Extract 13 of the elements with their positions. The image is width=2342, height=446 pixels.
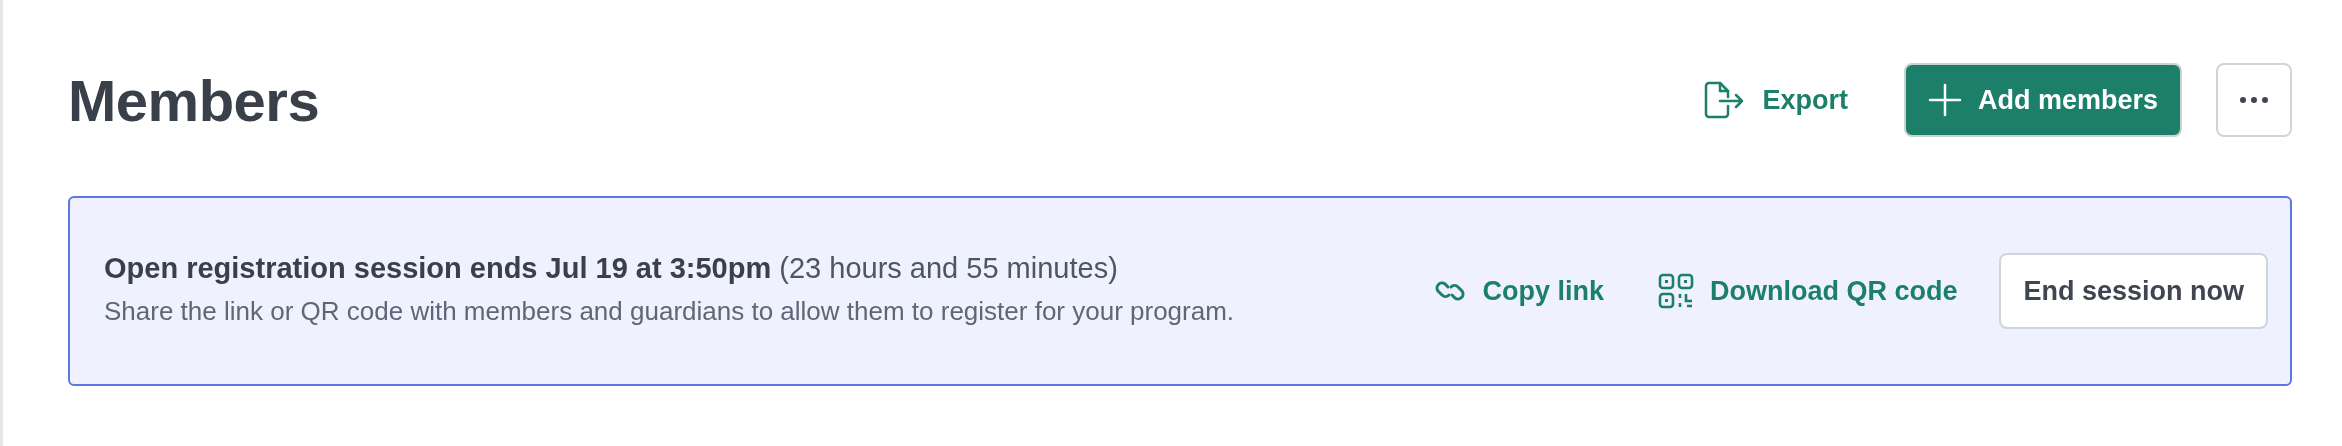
plus-icon bbox=[1927, 83, 1962, 117]
banner-description: Share the link or QR code with members and guardians to allow them to register for your program. bbox=[104, 294, 1236, 328]
time-remaining: (23 hours and 55 minutes) bbox=[779, 251, 1118, 284]
download-qr-button[interactable]: Download QR code bbox=[1645, 265, 1970, 317]
more-button[interactable] bbox=[2216, 63, 2292, 137]
session-heading: Open registration session ends Jul 19 at 3:50pm bbox=[104, 251, 772, 284]
more-icon bbox=[2239, 96, 2269, 104]
export-button[interactable]: Export bbox=[1690, 72, 1860, 128]
add-button[interactable]: Add members bbox=[1903, 63, 2182, 137]
page-title: Members bbox=[68, 66, 320, 134]
qr-code-icon bbox=[1657, 273, 1694, 309]
copy-link-button[interactable]: Copy link bbox=[1422, 267, 1616, 315]
end-session-button[interactable]: End session now bbox=[1999, 253, 2268, 329]
